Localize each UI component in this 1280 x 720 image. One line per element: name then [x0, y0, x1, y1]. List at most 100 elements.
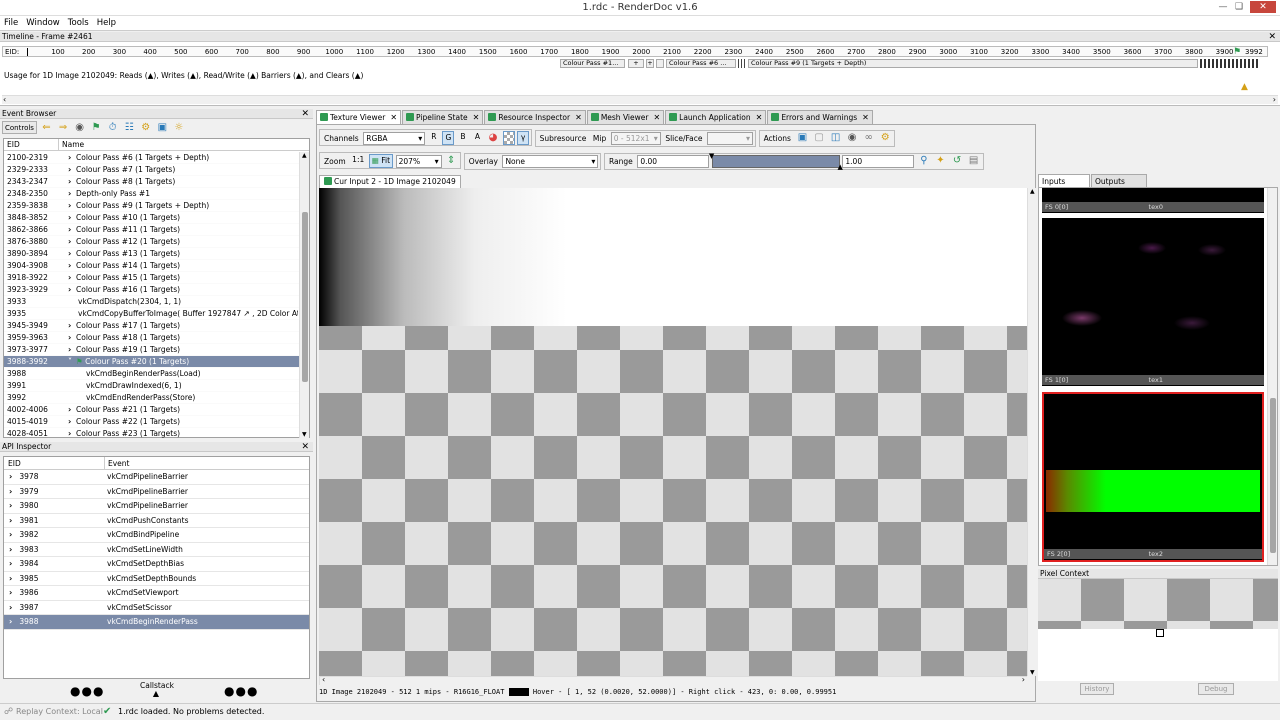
expand-icon[interactable]: ›: [68, 416, 76, 427]
event-row[interactable]: 4015-4019 › Colour Pass #22 (1 Targets): [4, 416, 300, 428]
tab-inputs[interactable]: Inputs: [1038, 174, 1090, 187]
flip-icon[interactable]: ⇕: [445, 155, 457, 167]
controls-button[interactable]: Controls: [2, 121, 37, 134]
scroll-left-icon[interactable]: ‹: [322, 675, 325, 684]
back-arrow-icon[interactable]: ⇐: [41, 122, 53, 134]
timer-icon[interactable]: ⏱: [107, 122, 119, 134]
event-row[interactable]: 3935 vkCmdCopyBufferToImage( Buffer 19278…: [4, 308, 300, 320]
thumbnail-tex1[interactable]: FS 1[0] tex1: [1042, 218, 1264, 386]
event-scrollbar[interactable]: ▲ ▼: [299, 152, 309, 438]
tree-icon[interactable]: ☷: [123, 122, 135, 134]
link-icon[interactable]: ∞: [863, 132, 875, 144]
event-row[interactable]: 2100-2319 › Colour Pass #6 (1 Targets + De…: [4, 152, 300, 164]
event-row[interactable]: 3862-3866 › Colour Pass #11 (1 Targets): [4, 224, 300, 236]
history-button[interactable]: History: [1080, 683, 1114, 695]
bookmark-flag-icon[interactable]: ⚑: [90, 122, 102, 134]
expand-icon[interactable]: ›: [68, 284, 76, 295]
event-row[interactable]: 2329-2333 › Colour Pass #7 (1 Targets): [4, 164, 300, 176]
api-event-row[interactable]: › 3978 vkCmdPipelineBarrier: [4, 470, 309, 485]
expand-icon[interactable]: ›: [9, 572, 17, 587]
scroll-right-icon[interactable]: ›: [1273, 95, 1276, 104]
api-event-row[interactable]: › 3987 vkCmdSetScissor: [4, 601, 309, 616]
tab-outputs[interactable]: Outputs: [1091, 174, 1147, 187]
expand-icon[interactable]: ›: [68, 224, 76, 235]
tab-errors-and-warnings[interactable]: Errors and Warnings ✕: [767, 110, 873, 124]
auto-fit-icon[interactable]: ✦: [935, 155, 947, 167]
expand-icon[interactable]: ›: [9, 499, 17, 514]
expand-icon[interactable]: ›: [68, 248, 76, 259]
timeline-scrollbar[interactable]: ‹ ›: [2, 95, 1278, 104]
close-icon[interactable]: ✕: [1268, 32, 1276, 42]
close-tab-icon[interactable]: ✕: [862, 113, 869, 122]
find-usage-icon[interactable]: ◉: [846, 132, 858, 144]
expand-icon[interactable]: ›: [68, 200, 76, 211]
api-event-row[interactable]: › 3982 vkCmdBindPipeline: [4, 528, 309, 543]
tab-mesh-viewer[interactable]: Mesh Viewer ✕: [586, 110, 665, 124]
tab-texture-viewer[interactable]: Texture Viewer ✕: [316, 110, 402, 124]
scroll-thumb[interactable]: [302, 212, 308, 382]
expand-icon[interactable]: ›: [68, 164, 76, 175]
save-icon[interactable]: ▣: [156, 122, 168, 134]
expand-icon[interactable]: ›: [9, 528, 17, 543]
scroll-up-icon[interactable]: ▲: [302, 152, 307, 159]
column-name[interactable]: Name: [62, 139, 84, 151]
event-row[interactable]: 3876-3880 › Colour Pass #12 (1 Targets): [4, 236, 300, 248]
channels-select[interactable]: RGBA: [363, 131, 426, 145]
expand-icon[interactable]: ›: [9, 601, 17, 616]
event-row[interactable]: 3988-3992 ˅ ⚑ Colour Pass #20 (1 Targets): [4, 356, 300, 368]
histogram-icon[interactable]: ▤: [968, 155, 980, 167]
close-window-icon[interactable]: ✕: [1250, 1, 1276, 13]
event-row[interactable]: 2348-2350 › Depth-only Pass #1: [4, 188, 300, 200]
texture-viewport[interactable]: [319, 188, 1027, 676]
timeline-pass[interactable]: Colour Pass #6 ...: [666, 59, 736, 68]
tab-launch-application[interactable]: Launch Application ✕: [665, 110, 767, 124]
close-tab-icon[interactable]: ✕: [575, 113, 582, 122]
close-icon[interactable]: ✕: [301, 109, 309, 119]
range-min-input[interactable]: 0.00: [637, 154, 710, 168]
channel-g-toggle[interactable]: G: [442, 131, 455, 145]
expand-icon[interactable]: ›: [9, 615, 17, 630]
api-event-row[interactable]: › 3979 vkCmdPipelineBarrier: [4, 485, 309, 500]
range-max-handle[interactable]: ▲: [837, 163, 842, 171]
menu-file[interactable]: File: [0, 16, 22, 31]
collapse-icon[interactable]: ˅: [68, 356, 76, 367]
menu-tools[interactable]: Tools: [64, 16, 93, 31]
scroll-right-icon[interactable]: ›: [1022, 675, 1025, 684]
expand-icon[interactable]: ›: [68, 332, 76, 343]
expand-icon[interactable]: ›: [68, 176, 76, 187]
pixel-context-view[interactable]: [1038, 579, 1278, 629]
zoom-select[interactable]: 207%: [395, 154, 442, 168]
minimize-icon[interactable]: —: [1216, 1, 1230, 13]
thumbnails-scrollbar[interactable]: [1267, 188, 1277, 565]
timeline-pass[interactable]: +: [646, 59, 654, 68]
scroll-left-icon[interactable]: ‹: [3, 95, 6, 104]
column-eid[interactable]: EID: [8, 457, 21, 470]
maximize-icon[interactable]: ❑: [1232, 1, 1246, 13]
event-row[interactable]: 2359-3838 › Colour Pass #9 (1 Targets + De…: [4, 200, 300, 212]
thumbnail-tex0[interactable]: FS 0[0] tex0: [1042, 188, 1264, 213]
event-row[interactable]: 3973-3977 › Colour Pass #19 (1 Targets): [4, 344, 300, 356]
channel-r-toggle[interactable]: R: [428, 131, 440, 145]
close-tab-icon[interactable]: ✕: [473, 113, 480, 122]
callstack-toggle[interactable]: Callstack ▲: [140, 681, 174, 698]
gamma-toggle[interactable]: γ: [517, 131, 530, 145]
expand-icon[interactable]: ›: [9, 543, 17, 558]
close-tab-icon[interactable]: ✕: [390, 113, 397, 122]
reset-range-icon[interactable]: ↺: [951, 155, 963, 167]
scroll-down-icon[interactable]: ▼: [1030, 669, 1035, 676]
api-event-row[interactable]: › 3980 vkCmdPipelineBarrier: [4, 499, 309, 514]
expand-icon[interactable]: ›: [9, 485, 17, 500]
viewport-vscroll[interactable]: ▲ ▼: [1027, 188, 1037, 676]
zoom-range-icon[interactable]: ⚲: [918, 155, 930, 167]
overlay-select[interactable]: None: [502, 154, 599, 168]
expand-icon[interactable]: ›: [68, 188, 76, 199]
debug-button[interactable]: Debug: [1198, 683, 1234, 695]
expand-icon[interactable]: ›: [68, 212, 76, 223]
expand-icon[interactable]: ›: [9, 470, 17, 485]
timeline-pass[interactable]: Colour Pass #9 (1 Targets + Depth): [748, 59, 1198, 68]
expand-icon[interactable]: ›: [68, 236, 76, 247]
fit-button[interactable]: ▦ Fit: [368, 154, 394, 168]
close-tab-icon[interactable]: ✕: [653, 113, 660, 122]
thumbnail-tex2[interactable]: FS 2[0] tex2: [1042, 392, 1264, 562]
event-row[interactable]: 3992 vkCmdEndRenderPass(Store): [4, 392, 300, 404]
